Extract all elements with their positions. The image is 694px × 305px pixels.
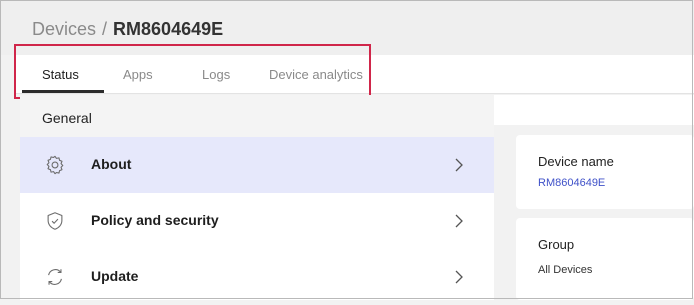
menu-item-policy-security[interactable]: Policy and security [20, 193, 494, 249]
section-header: General [20, 95, 494, 137]
menu-item-label: Update [91, 268, 139, 284]
gear-icon [46, 155, 64, 175]
menu-item-update[interactable]: Update [20, 249, 494, 305]
breadcrumb-parent[interactable]: Devices [32, 19, 96, 39]
tab-apps[interactable]: Apps [123, 67, 153, 82]
menu-item-label: Policy and security [91, 212, 219, 228]
group-card: Group All Devices [516, 218, 694, 300]
device-name-value[interactable]: RM8604649E [538, 177, 605, 189]
tab-bar-divider [16, 93, 694, 94]
menu-item-about[interactable]: About [20, 137, 494, 193]
tab-device-analytics[interactable]: Device analytics [269, 67, 363, 82]
tab-status[interactable]: Status [42, 67, 79, 82]
refresh-icon [48, 269, 62, 285]
chevron-right-icon [455, 214, 463, 228]
breadcrumb-separator: / [102, 19, 108, 39]
chevron-right-icon [455, 270, 463, 284]
device-name-title: Device name [538, 154, 614, 169]
device-details-panel: Device name RM8604649E Group All Devices [494, 95, 694, 300]
settings-panel: General About Policy and security Update [20, 95, 494, 300]
shield-check-icon [47, 212, 63, 230]
tab-logs[interactable]: Logs [202, 67, 230, 82]
menu-item-label: About [91, 156, 132, 172]
device-name-card: Device name RM8604649E [516, 135, 694, 209]
breadcrumb: Devices / RM8604649E [32, 19, 223, 40]
breadcrumb-current: RM8604649E [113, 19, 224, 39]
page-header: Devices / RM8604649E [0, 0, 694, 55]
tab-bar: Status Apps Logs Device analytics [16, 55, 694, 93]
chevron-right-icon [455, 158, 463, 172]
details-header-strip [494, 95, 694, 125]
group-value: All Devices [538, 264, 593, 276]
section-title: General [42, 110, 92, 126]
group-title: Group [538, 237, 575, 252]
